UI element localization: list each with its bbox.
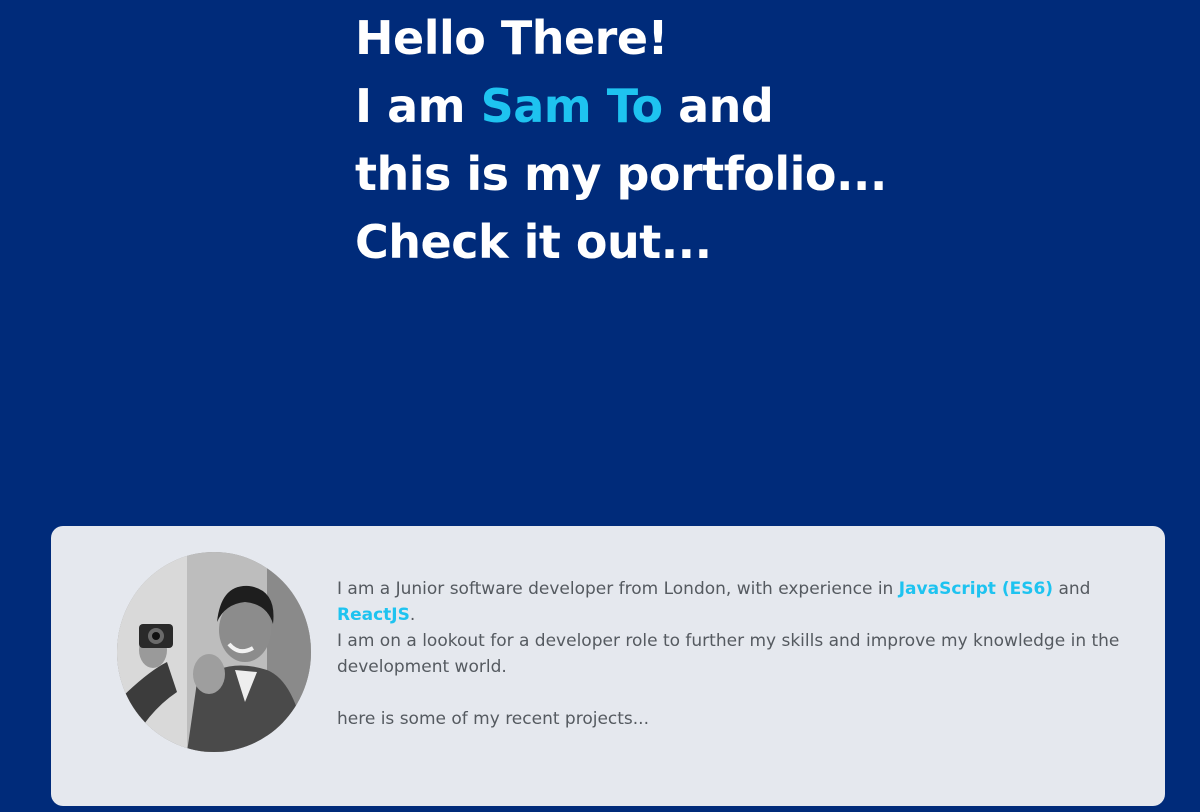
hero-line-2-prefix: I am bbox=[355, 79, 481, 133]
skill-reactjs: ReactJS bbox=[337, 605, 410, 625]
about-text: I am a Junior software developer from Lo… bbox=[337, 576, 1137, 732]
hero-heading: Hello There! I am Sam To and this is my … bbox=[355, 4, 887, 276]
about-paragraph-1: I am a Junior software developer from Lo… bbox=[337, 576, 1137, 628]
profile-photo-icon bbox=[117, 552, 311, 752]
about-period: . bbox=[409, 605, 416, 625]
about-card: I am a Junior software developer from Lo… bbox=[51, 526, 1165, 806]
skill-javascript: JavaScript (ES6) bbox=[898, 579, 1054, 599]
hero-line-2: I am Sam To and bbox=[355, 72, 887, 140]
avatar bbox=[117, 552, 311, 752]
portfolio-page: Hello There! I am Sam To and this is my … bbox=[0, 0, 1200, 812]
hero-line-2-suffix: and bbox=[662, 79, 774, 133]
about-paragraph-3: here is some of my recent projects... bbox=[337, 709, 649, 729]
hero-line-1: Hello There! bbox=[355, 11, 669, 65]
hero-line-3: this is my portfolio... bbox=[355, 147, 887, 201]
hero-line-4: Check it out... bbox=[355, 215, 712, 269]
about-paragraph-2: I am on a lookout for a developer role t… bbox=[337, 631, 1120, 677]
about-intro-text: I am a Junior software developer from Lo… bbox=[337, 579, 899, 599]
about-and-text: and bbox=[1053, 579, 1091, 599]
hero-name: Sam To bbox=[480, 79, 664, 133]
